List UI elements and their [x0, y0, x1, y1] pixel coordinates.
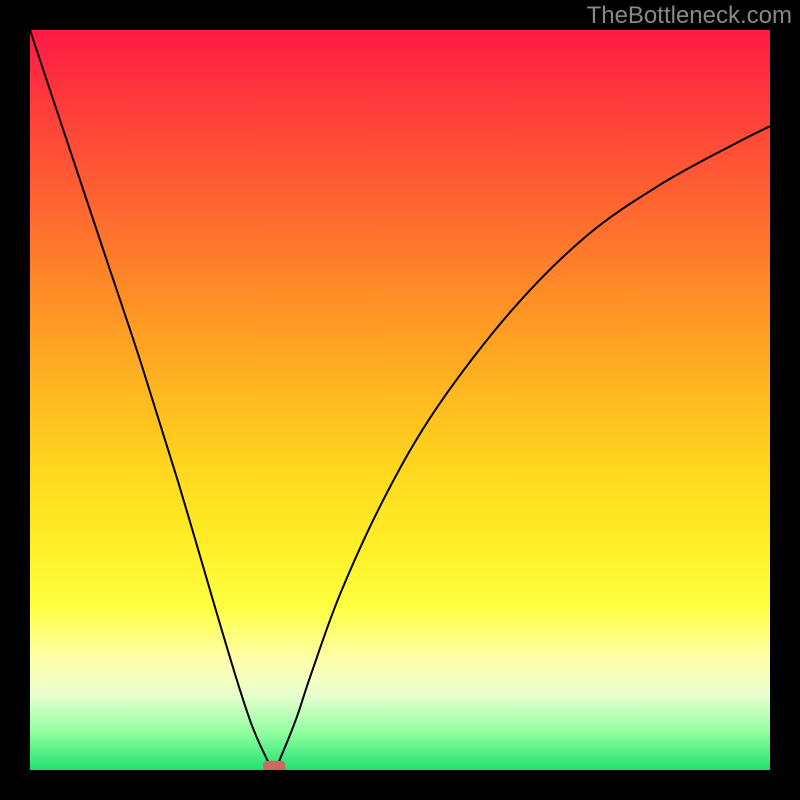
chart-plot-area — [30, 30, 770, 770]
chart-svg — [30, 30, 770, 770]
vertex-marker — [263, 761, 285, 770]
curve-line — [30, 30, 770, 770]
watermark-text: TheBottleneck.com — [587, 2, 792, 30]
